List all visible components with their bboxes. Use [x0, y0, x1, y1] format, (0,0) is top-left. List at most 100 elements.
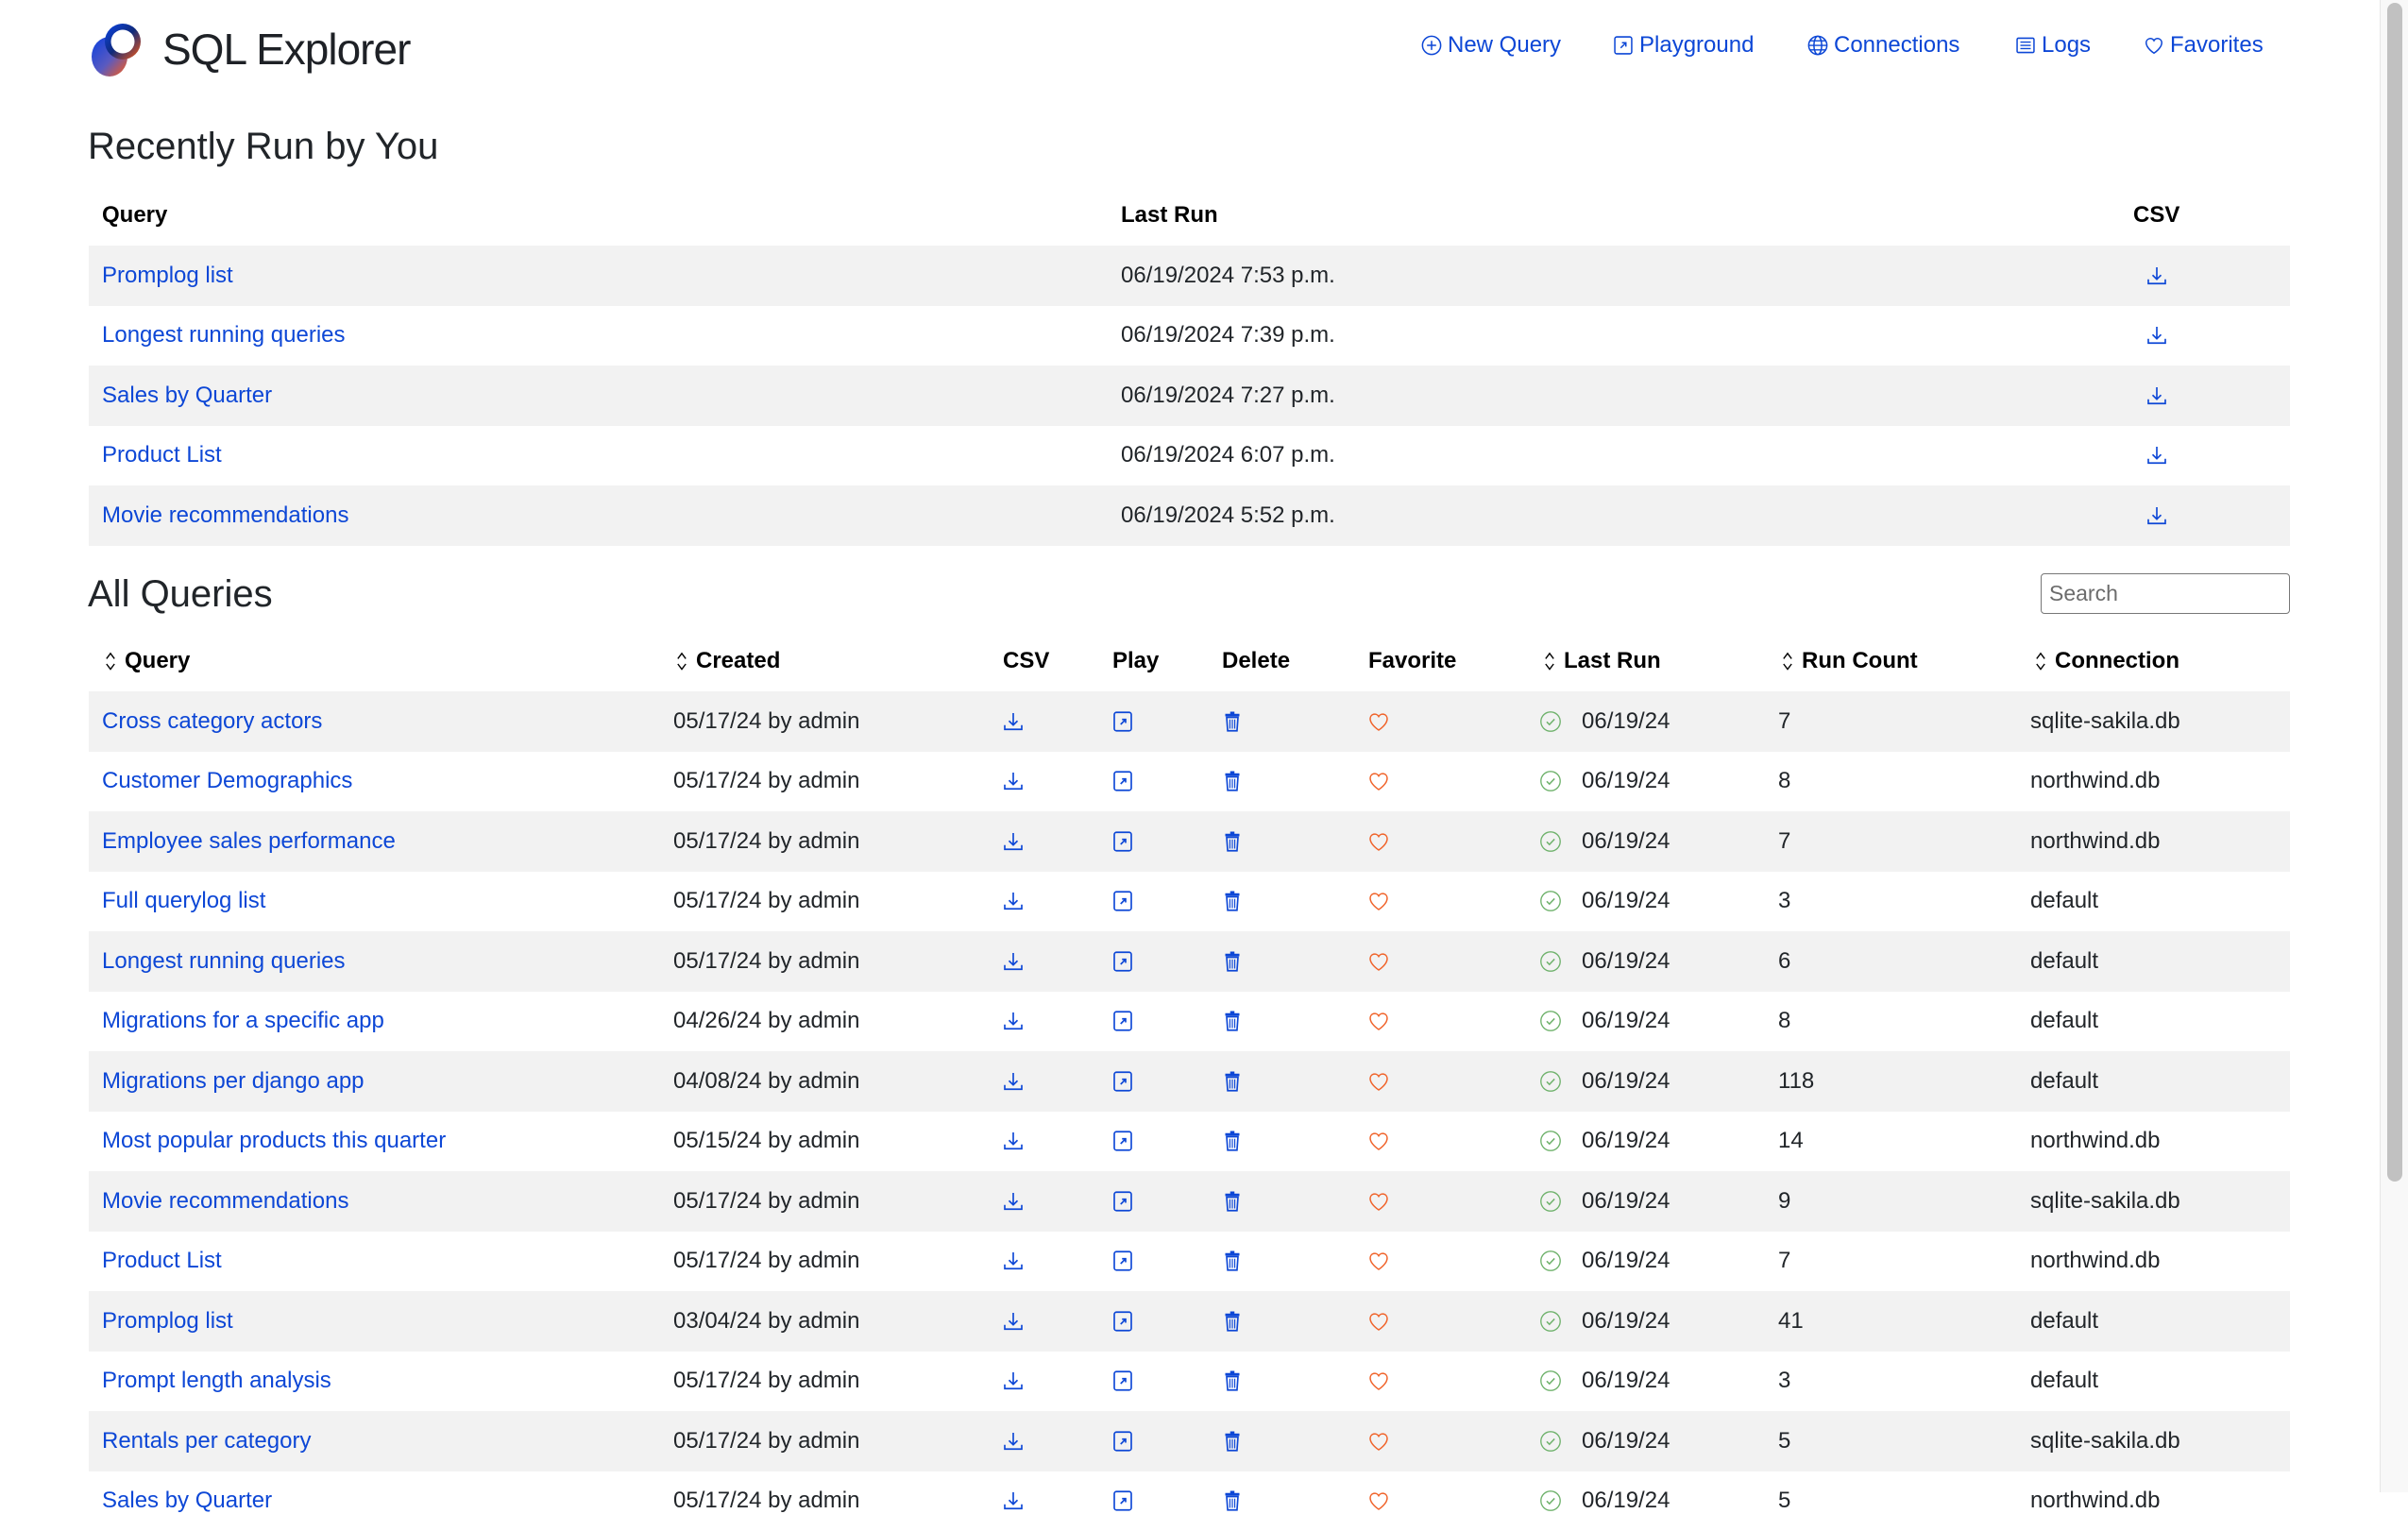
created-info: 05/17/24 by admin [673, 1368, 859, 1394]
play-button[interactable] [1111, 1070, 1134, 1093]
csv-download-button[interactable] [1002, 770, 1025, 792]
globe-icon [1807, 35, 1828, 56]
favorite-toggle[interactable] [1367, 1430, 1390, 1453]
last-run-time: 06/19/2024 7:27 p.m. [1121, 383, 1335, 409]
favorite-toggle[interactable] [1367, 1489, 1390, 1512]
sort-run-count[interactable]: Run Count [1781, 648, 1918, 674]
play-button[interactable] [1111, 1369, 1134, 1392]
favorite-toggle[interactable] [1367, 950, 1390, 973]
csv-download-button[interactable] [1002, 1489, 1025, 1512]
favorite-toggle[interactable] [1367, 1070, 1390, 1093]
sort-query[interactable]: Query [104, 648, 190, 674]
csv-download-button[interactable] [1002, 1130, 1025, 1152]
query-link[interactable]: Longest running queries [102, 948, 346, 975]
delete-button[interactable] [1221, 1190, 1244, 1213]
favorite-toggle[interactable] [1367, 890, 1390, 912]
query-link[interactable]: Most popular products this quarter [102, 1128, 446, 1154]
query-link[interactable]: Migrations for a specific app [102, 1008, 384, 1034]
csv-download-button[interactable] [2145, 384, 2168, 407]
play-button[interactable] [1111, 770, 1134, 792]
delete-button[interactable] [1221, 950, 1244, 973]
favorite-toggle[interactable] [1367, 1130, 1390, 1152]
csv-download-button[interactable] [1002, 1190, 1025, 1213]
sort-connection[interactable]: Connection [2034, 648, 2179, 674]
play-button[interactable] [1111, 1310, 1134, 1333]
nav-new-query[interactable]: New Query [1421, 32, 1561, 59]
delete-button[interactable] [1221, 1430, 1244, 1453]
query-link[interactable]: Product List [102, 1248, 222, 1274]
created-info: 05/17/24 by admin [673, 948, 859, 975]
nav-favorites[interactable]: Favorites [2144, 32, 2264, 59]
query-link[interactable]: Product List [102, 442, 222, 468]
query-link[interactable]: Customer Demographics [102, 768, 352, 794]
play-button[interactable] [1111, 830, 1134, 853]
nav-logs[interactable]: Logs [2015, 32, 2091, 59]
play-button[interactable] [1111, 710, 1134, 733]
favorite-toggle[interactable] [1367, 770, 1390, 792]
delete-button[interactable] [1221, 1070, 1244, 1093]
favorite-toggle[interactable] [1367, 1369, 1390, 1392]
csv-download-button[interactable] [2145, 504, 2168, 527]
check-circle-icon [1539, 1010, 1562, 1032]
csv-download-button[interactable] [1002, 1430, 1025, 1453]
favorite-toggle[interactable] [1367, 1010, 1390, 1032]
delete-button[interactable] [1221, 710, 1244, 733]
csv-download-button[interactable] [1002, 830, 1025, 853]
query-link[interactable]: Prompt length analysis [102, 1368, 331, 1394]
favorite-toggle[interactable] [1367, 1190, 1390, 1213]
search-input[interactable] [2041, 573, 2290, 614]
csv-download-button[interactable] [1002, 1250, 1025, 1272]
run-count: 7 [1778, 1248, 1790, 1274]
favorite-toggle[interactable] [1367, 1310, 1390, 1333]
csv-download-button[interactable] [2145, 444, 2168, 467]
favorite-toggle[interactable] [1367, 830, 1390, 853]
play-button[interactable] [1111, 1250, 1134, 1272]
delete-button[interactable] [1221, 1130, 1244, 1152]
delete-button[interactable] [1221, 890, 1244, 912]
query-link[interactable]: Cross category actors [102, 708, 322, 735]
query-link[interactable]: Promplog list [102, 263, 233, 289]
query-link[interactable]: Movie recommendations [102, 502, 348, 529]
delete-button[interactable] [1221, 1010, 1244, 1032]
play-button[interactable] [1111, 1489, 1134, 1512]
favorite-toggle[interactable] [1367, 1250, 1390, 1272]
query-link[interactable]: Longest running queries [102, 322, 346, 349]
delete-button[interactable] [1221, 770, 1244, 792]
delete-button[interactable] [1221, 1250, 1244, 1272]
play-button[interactable] [1111, 890, 1134, 912]
csv-download-button[interactable] [1002, 1010, 1025, 1032]
csv-download-button[interactable] [1002, 950, 1025, 973]
query-link[interactable]: Movie recommendations [102, 1188, 348, 1215]
query-link[interactable]: Sales by Quarter [102, 1488, 272, 1514]
favorite-toggle[interactable] [1367, 710, 1390, 733]
check-circle-icon [1539, 1250, 1562, 1272]
sort-last-run[interactable]: Last Run [1543, 648, 1661, 674]
run-status [1539, 1190, 1562, 1213]
query-link[interactable]: Migrations per django app [102, 1068, 365, 1095]
delete-button[interactable] [1221, 1489, 1244, 1512]
play-button[interactable] [1111, 1190, 1134, 1213]
csv-download-button[interactable] [1002, 890, 1025, 912]
csv-download-button[interactable] [1002, 1369, 1025, 1392]
nav-connections[interactable]: Connections [1807, 32, 1959, 59]
nav-playground[interactable]: Playground [1613, 32, 1754, 59]
delete-button[interactable] [1221, 830, 1244, 853]
csv-download-button[interactable] [1002, 710, 1025, 733]
scrollbar-thumb[interactable] [2387, 3, 2402, 1182]
delete-button[interactable] [1221, 1310, 1244, 1333]
play-button[interactable] [1111, 1010, 1134, 1032]
query-link[interactable]: Rentals per category [102, 1428, 311, 1454]
csv-download-button[interactable] [1002, 1070, 1025, 1093]
csv-download-button[interactable] [1002, 1310, 1025, 1333]
csv-download-button[interactable] [2145, 264, 2168, 287]
query-link[interactable]: Employee sales performance [102, 828, 396, 855]
query-link[interactable]: Full querylog list [102, 888, 265, 914]
query-link[interactable]: Sales by Quarter [102, 383, 272, 409]
play-button[interactable] [1111, 950, 1134, 973]
sort-created[interactable]: Created [675, 648, 780, 674]
query-link[interactable]: Promplog list [102, 1308, 233, 1335]
play-button[interactable] [1111, 1430, 1134, 1453]
csv-download-button[interactable] [2145, 324, 2168, 347]
delete-button[interactable] [1221, 1369, 1244, 1392]
play-button[interactable] [1111, 1130, 1134, 1152]
